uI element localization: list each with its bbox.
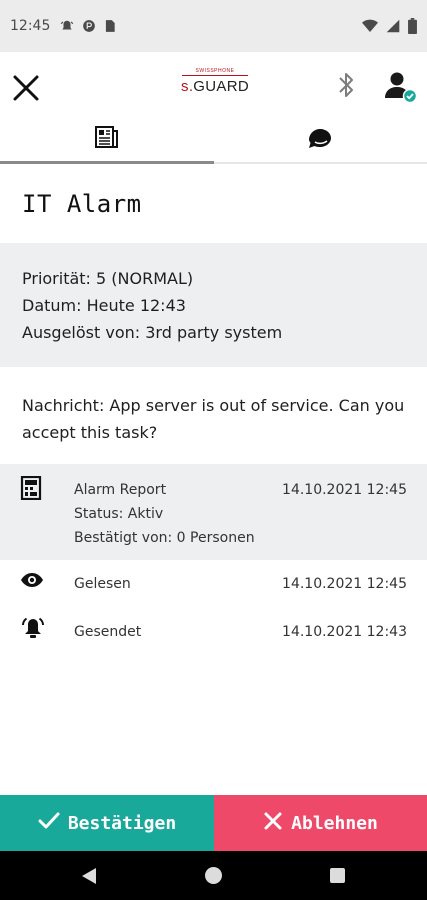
alarm-bell-icon [20, 616, 44, 640]
history-sent-label: Gesendet [74, 624, 142, 640]
history-sent-date: 14.10.2021 12:43 [282, 624, 407, 640]
reject-label: Ablehnen [291, 812, 378, 834]
status-bar: 12:45 [0, 0, 427, 52]
checkmark-icon [38, 811, 60, 836]
accept-label: Bestätigen [67, 812, 177, 834]
sim-icon [104, 19, 116, 33]
logo-name-prefix: s. [181, 78, 194, 95]
alarm-title: IT Alarm [22, 190, 142, 218]
alarm-triggered-by: Ausgelöst von: 3rd party system [22, 323, 283, 342]
history-report-status: Status: Aktiv [74, 506, 164, 522]
report-icon [20, 475, 44, 501]
app-logo: SWISSPHONE s.GUARD [170, 64, 260, 104]
history-item-sent: Gesendet 14.10.2021 12:43 [0, 608, 427, 656]
battery-icon [408, 18, 417, 34]
pocket-icon [82, 19, 96, 33]
signal-icon [386, 19, 400, 33]
logo-brand: SWISSPHONE [195, 68, 235, 74]
history-read-date: 14.10.2021 12:45 [282, 576, 407, 592]
system-nav-bar [0, 851, 427, 900]
tab-bar [0, 116, 427, 164]
status-time: 12:45 [10, 18, 51, 34]
document-icon [94, 126, 119, 152]
tab-details[interactable] [0, 116, 214, 164]
tab-chat[interactable] [214, 116, 427, 162]
logo-name: GUARD [193, 78, 249, 95]
alarm-bell-icon [60, 19, 74, 33]
alarm-date: Datum: Heute 12:43 [22, 296, 186, 315]
alarm-history: Alarm Report Status: Aktiv Bestätigt von… [0, 464, 427, 656]
close-icon[interactable] [12, 74, 40, 102]
history-report-title: Alarm Report [74, 482, 167, 498]
history-item-report: Alarm Report Status: Aktiv Bestätigt von… [0, 464, 427, 560]
chat-icon [307, 126, 333, 152]
history-report-confirmed: Bestätigt von: 0 Personen [74, 530, 255, 546]
home-icon[interactable] [205, 867, 222, 884]
reject-button[interactable]: Ablehnen [214, 795, 427, 851]
alarm-priority: Priorität: 5 (NORMAL) [22, 269, 194, 288]
accept-button[interactable]: Bestätigen [0, 795, 214, 851]
wifi-icon [362, 19, 378, 33]
history-item-read: Gelesen 14.10.2021 12:45 [0, 560, 427, 608]
bluetooth-icon[interactable] [334, 70, 358, 100]
close-icon [263, 811, 283, 836]
user-verified-icon[interactable] [384, 70, 418, 104]
action-bar: Bestätigen Ablehnen [0, 795, 427, 851]
recents-icon[interactable] [330, 868, 345, 883]
alarm-info: Priorität: 5 (NORMAL) Datum: Heute 12:43… [0, 243, 427, 367]
history-read-label: Gelesen [74, 576, 131, 592]
app-bar: SWISSPHONE s.GUARD [0, 52, 427, 116]
back-icon[interactable] [81, 867, 97, 889]
eye-icon [20, 568, 44, 592]
alarm-message: Nachricht: App server is out of service.… [22, 396, 405, 442]
history-report-date: 14.10.2021 12:45 [282, 482, 407, 498]
